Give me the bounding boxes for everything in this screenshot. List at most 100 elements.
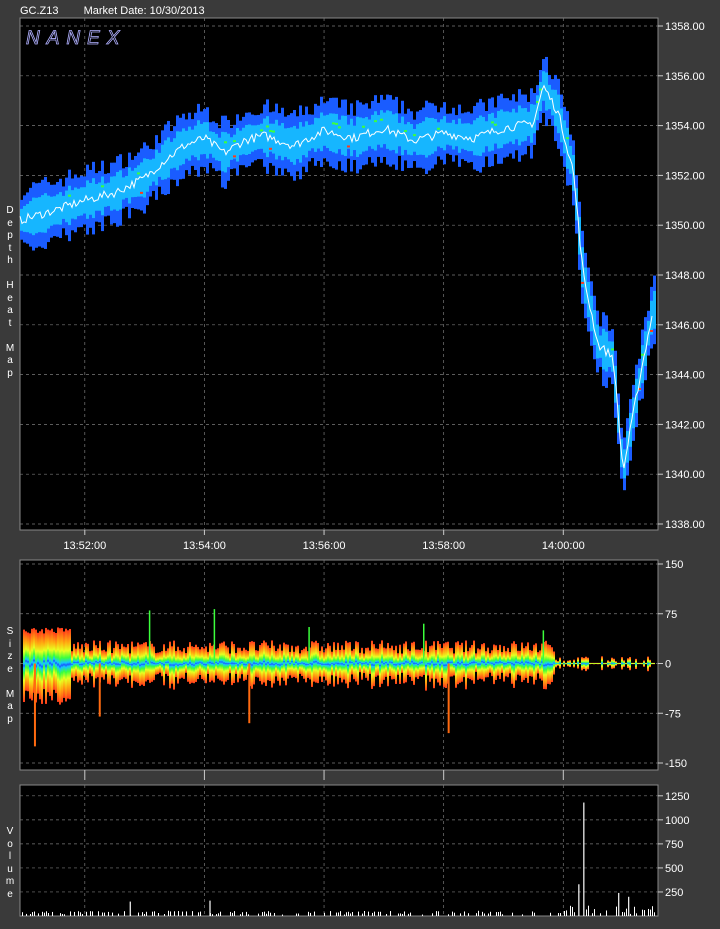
size-column bbox=[57, 627, 59, 702]
size-column bbox=[419, 649, 421, 677]
size-column bbox=[95, 645, 97, 679]
volume-bar bbox=[154, 911, 155, 916]
size-column bbox=[509, 652, 511, 674]
y-tick-label: 1346.00 bbox=[665, 320, 705, 332]
size-column bbox=[229, 653, 231, 674]
size-column bbox=[315, 640, 317, 683]
size-column bbox=[49, 630, 51, 696]
size-column bbox=[137, 642, 139, 683]
volume-bar bbox=[626, 908, 627, 916]
size-column bbox=[357, 642, 359, 685]
heat-cell bbox=[485, 121, 488, 147]
volume-bar bbox=[570, 905, 571, 916]
size-column bbox=[549, 645, 551, 685]
size-column bbox=[353, 648, 355, 680]
size-column bbox=[201, 646, 203, 680]
heat-cell bbox=[287, 127, 290, 160]
size-column bbox=[511, 643, 513, 684]
size-column bbox=[563, 660, 565, 667]
heat-cell bbox=[479, 115, 482, 157]
volume-bar bbox=[422, 914, 423, 916]
volume-bar bbox=[586, 909, 587, 916]
size-column bbox=[605, 662, 607, 665]
size-column bbox=[113, 647, 115, 679]
volume-bar bbox=[380, 911, 381, 916]
y-tick-label: 1338.00 bbox=[665, 519, 705, 531]
volume-bar bbox=[262, 912, 263, 916]
volume-bar bbox=[402, 913, 403, 916]
y-tick-label: -75 bbox=[665, 708, 681, 720]
size-column bbox=[597, 662, 599, 665]
size-column bbox=[453, 653, 455, 676]
size-column bbox=[361, 647, 363, 680]
size-column bbox=[333, 642, 335, 687]
heat-cell bbox=[137, 165, 140, 197]
size-column bbox=[613, 658, 615, 669]
volume-bar bbox=[62, 914, 63, 916]
heat-cell bbox=[362, 118, 365, 152]
size-column bbox=[269, 647, 271, 681]
y-tick-label: 75 bbox=[665, 609, 677, 621]
heat-cell bbox=[494, 123, 497, 126]
volume-bar bbox=[344, 914, 345, 916]
size-column bbox=[145, 642, 147, 682]
volume-bar bbox=[138, 912, 139, 916]
y-tick-label: 1356.00 bbox=[665, 71, 705, 83]
heat-cell bbox=[269, 147, 272, 150]
heat-cell bbox=[413, 128, 416, 152]
volume-bar bbox=[64, 914, 65, 916]
y-tick-label: 1354.00 bbox=[665, 121, 705, 133]
volume-bar bbox=[26, 913, 27, 916]
size-column bbox=[633, 662, 635, 665]
size-column bbox=[421, 648, 423, 677]
size-column bbox=[615, 661, 617, 666]
y-tick-label: 750 bbox=[665, 839, 683, 851]
heat-cell bbox=[341, 115, 344, 155]
size-column bbox=[239, 647, 241, 679]
heat-cell bbox=[284, 128, 287, 157]
heat-cell bbox=[380, 110, 383, 148]
size-column bbox=[205, 646, 207, 684]
size-column bbox=[155, 653, 157, 675]
size-column bbox=[335, 649, 337, 677]
volume-bar bbox=[218, 913, 219, 916]
heat-cell bbox=[35, 197, 38, 234]
size-column bbox=[127, 643, 129, 683]
heat-cell bbox=[401, 116, 404, 156]
size-column bbox=[103, 649, 105, 680]
size-column bbox=[477, 648, 479, 680]
size-column bbox=[539, 650, 541, 679]
volume-bar bbox=[164, 914, 165, 916]
y-tick-label: 1000 bbox=[665, 815, 689, 827]
depth-axis-label: D e p t h H e a t M a p bbox=[5, 205, 15, 379]
size-column bbox=[41, 629, 43, 704]
size-column bbox=[25, 631, 27, 691]
volume-bar bbox=[144, 913, 145, 916]
size-column bbox=[587, 657, 589, 670]
heat-cell bbox=[206, 122, 209, 159]
volume-bar bbox=[38, 913, 39, 916]
volume-bar bbox=[52, 911, 53, 916]
size-column bbox=[641, 662, 643, 665]
size-column bbox=[53, 631, 55, 690]
size-column bbox=[187, 646, 189, 682]
heat-cell bbox=[362, 125, 365, 128]
volume-bar bbox=[48, 913, 49, 916]
size-column bbox=[29, 633, 31, 699]
size-column bbox=[485, 651, 487, 678]
size-column bbox=[163, 644, 165, 686]
size-column bbox=[295, 646, 297, 679]
size-column bbox=[125, 647, 127, 679]
size-column bbox=[545, 640, 547, 690]
volume-bar bbox=[606, 910, 607, 916]
size-column bbox=[75, 648, 77, 677]
size-column bbox=[459, 644, 461, 683]
size-column bbox=[207, 651, 209, 674]
heat-cell bbox=[650, 330, 653, 333]
size-column bbox=[329, 645, 331, 684]
volume-bar bbox=[500, 911, 501, 916]
heat-cell bbox=[197, 120, 200, 161]
size-column bbox=[227, 647, 229, 681]
size-column bbox=[593, 662, 595, 665]
volume-bar bbox=[142, 912, 143, 916]
